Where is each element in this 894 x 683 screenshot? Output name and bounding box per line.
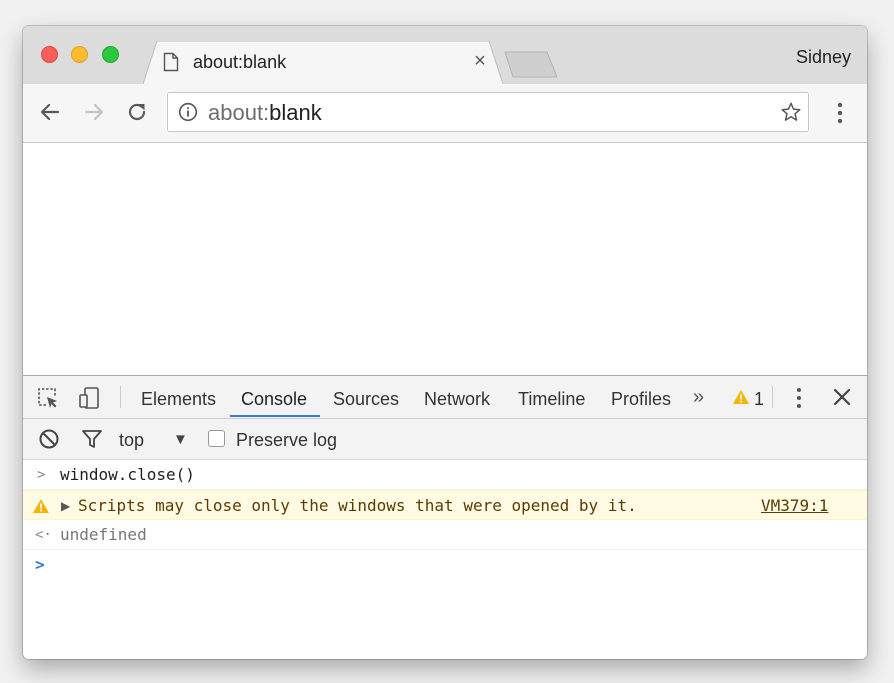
console-output[interactable]: > window.close() ▶ Scripts may close onl… [23,460,867,659]
console-warning-message[interactable]: ▶ Scripts may close only the windows tha… [23,490,867,520]
tab-close-button[interactable]: × [470,50,490,72]
console-prompt[interactable]: > [23,550,867,580]
active-tab-indicator [230,415,320,417]
tab-sources[interactable]: Sources [333,388,399,410]
chevron-down-icon[interactable]: ▼ [173,429,188,451]
kebab-menu-icon[interactable] [829,100,851,126]
url-scheme: about: [208,100,270,125]
reload-icon[interactable] [125,100,149,124]
more-tabs-icon[interactable]: » [693,386,704,409]
filter-icon[interactable] [81,428,103,450]
inspect-element-icon[interactable] [36,386,60,410]
devtools-panel: Elements Console Sources Network Timelin… [23,375,867,659]
warning-source-link[interactable]: VM379:1 [761,491,828,521]
tab-timeline[interactable]: Timeline [518,388,585,410]
input-chevron-icon: > [37,467,46,483]
tab-console[interactable]: Console [241,388,307,410]
result-chevron-icon: <· [35,527,52,543]
url-path: blank [269,100,322,125]
arrow-right-icon[interactable] [82,100,106,124]
expand-arrow-icon[interactable]: ▶ [61,491,70,521]
browser-toolbar: about:blank [23,84,867,143]
preserve-log-checkbox[interactable] [208,430,225,447]
arrow-left-icon[interactable] [38,100,62,124]
tab-title: about:blank [193,52,287,72]
tab-profiles[interactable]: Profiles [611,388,671,410]
tab-network[interactable]: Network [424,388,490,410]
input-text: window.close() [60,465,195,484]
warning-count: 1 [754,389,765,409]
warning-text: Scripts may close only the windows that … [78,496,637,515]
file-icon [163,52,179,72]
info-icon[interactable] [178,102,198,122]
zoom-window-button[interactable] [102,46,119,63]
new-tab-button[interactable] [503,51,559,79]
toolbar-divider [772,386,773,408]
console-input-message: > window.close() [23,460,867,490]
console-result-message: <· undefined [23,520,867,550]
tab-elements[interactable]: Elements [141,388,216,410]
star-icon[interactable] [780,101,802,123]
browser-window: about:blank × Sidney about:blank Element… [23,26,867,659]
prompt-chevron-icon: > [35,555,45,574]
preserve-log-label[interactable]: Preserve log [236,429,337,451]
warning-icon [33,499,49,513]
devtools-close-icon[interactable] [831,386,853,408]
devtools-tab-bar: Elements Console Sources Network Timelin… [23,376,867,419]
warning-icon [733,390,749,404]
minimize-window-button[interactable] [71,46,88,63]
url-text[interactable]: about:blank [208,101,322,125]
tab-about-blank[interactable]: about:blank × [143,40,503,84]
console-toolbar: top ▼ Preserve log [23,419,867,460]
close-window-button[interactable] [41,46,58,63]
result-text: undefined [60,525,147,544]
page-viewport[interactable] [23,143,867,375]
address-bar[interactable]: about:blank [167,92,809,132]
profile-name[interactable]: Sidney [796,47,851,68]
devtools-menu-icon[interactable] [789,385,809,411]
toolbar-divider [120,386,121,408]
context-selector[interactable]: top [119,429,144,451]
device-toolbar-icon[interactable] [77,386,101,410]
tab-strip: about:blank × Sidney [23,26,867,84]
clear-console-icon[interactable] [38,428,60,450]
